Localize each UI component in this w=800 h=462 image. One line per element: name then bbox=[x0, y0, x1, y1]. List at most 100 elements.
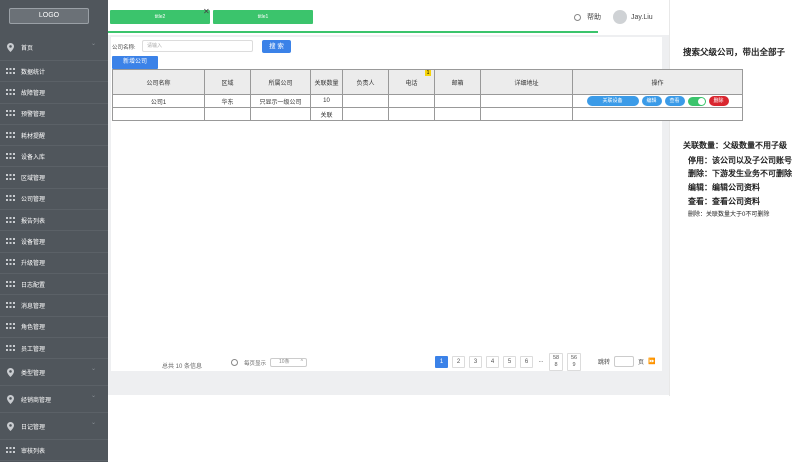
sidebar-item[interactable]: 消息管理 bbox=[0, 295, 108, 317]
sidebar-item[interactable]: 故障管理 bbox=[0, 82, 108, 104]
column-header: 公司名称 bbox=[112, 69, 205, 95]
cell-company-name bbox=[112, 107, 205, 121]
sidebar-menu: 首页 ⌄ 数据统计故障管理预警管理耗材提醒 设备入库区域管理公司管理报告列表设备管理升… bbox=[0, 34, 108, 462]
grid-icon bbox=[6, 301, 15, 310]
go-button[interactable]: ⏩ bbox=[648, 358, 655, 365]
tab-title1[interactable]: title1 bbox=[213, 10, 313, 24]
sidebar-item-label: 升级管理 bbox=[21, 261, 46, 268]
sidebar-item-label: 审核列表 bbox=[21, 448, 46, 455]
delete-button[interactable]: 删除 bbox=[708, 96, 729, 106]
tab-label: title2 bbox=[154, 14, 166, 20]
cell-actions bbox=[572, 107, 743, 121]
sidebar-item[interactable]: 耗材提醒 bbox=[0, 125, 108, 147]
note-delete-condition: 删除：关联数量大于0不可删除 bbox=[688, 212, 770, 218]
cell-related-count[interactable]: 10 bbox=[310, 94, 343, 108]
page-digits: 56 bbox=[570, 355, 578, 361]
cell-owner bbox=[342, 107, 389, 121]
sidebar-item-label: 区域管理 bbox=[21, 176, 46, 183]
location-pin-icon bbox=[6, 367, 15, 377]
note-related-count: 关联数量：父级数量不用子级 bbox=[683, 141, 787, 150]
page-button[interactable]: 1 bbox=[435, 356, 448, 368]
sidebar-item[interactable]: 预警管理 bbox=[0, 104, 108, 125]
search-label: 公司名称: bbox=[112, 45, 136, 51]
page-button[interactable]: 3 bbox=[469, 356, 482, 368]
sidebar-item[interactable]: 角色管理 bbox=[0, 317, 108, 338]
company-name-input[interactable]: 请输入 bbox=[142, 40, 253, 52]
page-ellipsis: ... bbox=[537, 356, 545, 368]
help-icon[interactable] bbox=[574, 13, 581, 21]
sidebar-item[interactable]: 类型管理 ⌄ bbox=[0, 359, 108, 387]
tab-underline bbox=[108, 31, 598, 33]
chevron-up-icon: ^ bbox=[300, 359, 304, 365]
jump-input[interactable] bbox=[614, 356, 635, 367]
table-row: 公司1 华东 只显示一级公司 10 关联设备 编辑 查看 删除 bbox=[112, 94, 743, 108]
tab-title2[interactable]: title2 bbox=[110, 10, 210, 24]
action-group: 关联设备 编辑 查看 删除 bbox=[573, 96, 742, 106]
page-button[interactable]: 5 bbox=[503, 356, 516, 368]
sidebar-item[interactable]: 首页 ⌄ bbox=[0, 34, 108, 61]
sidebar-item-label: 数据统计 bbox=[21, 69, 46, 76]
grid-icon bbox=[6, 344, 15, 353]
sidebar-item[interactable]: 设备入库 bbox=[0, 146, 108, 168]
cell-related-link[interactable]: 关联 bbox=[310, 107, 343, 121]
page-button[interactable]: 4 bbox=[486, 356, 499, 368]
sidebar-item[interactable]: 经销商管理 ⌄ bbox=[0, 386, 108, 414]
grid-icon bbox=[6, 88, 15, 97]
sidebar-item-label: 消息管理 bbox=[21, 303, 46, 310]
gear-icon bbox=[231, 359, 238, 366]
sidebar-item[interactable]: 公司管理 bbox=[0, 189, 108, 211]
add-company-button[interactable]: 新增公司 bbox=[112, 56, 158, 69]
table-header-row: 公司名称 区域 所属公司 关联数量 负责人 电话 1 邮箱 详细地址 操作 bbox=[112, 69, 743, 95]
column-header: 所属公司 bbox=[250, 69, 311, 95]
sidebar-item[interactable]: 日志配置 bbox=[0, 274, 108, 296]
sidebar-item-label: 员工管理 bbox=[21, 346, 46, 353]
note-disable: 停用：该公司以及子公司账号 bbox=[688, 156, 792, 165]
sidebar-item[interactable]: 日记管理 ⌄ bbox=[0, 413, 108, 441]
edit-button[interactable]: 编辑 bbox=[641, 96, 662, 106]
user-name[interactable]: Jay.Liu bbox=[631, 14, 653, 21]
sidebar-item[interactable]: 设备管理 bbox=[0, 231, 108, 253]
search-button[interactable]: 搜 索 bbox=[262, 40, 291, 53]
per-page-select[interactable]: 10条 ^ bbox=[270, 358, 308, 367]
sidebar-item-label: 设备管理 bbox=[21, 240, 46, 247]
sidebar-item[interactable]: 区域管理 bbox=[0, 167, 108, 189]
table-row: 关联 bbox=[112, 107, 743, 121]
column-header: 邮箱 bbox=[434, 69, 481, 95]
avatar[interactable] bbox=[613, 10, 627, 24]
grid-icon bbox=[6, 152, 15, 161]
sidebar-item-label: 故障管理 bbox=[21, 90, 46, 97]
page-button[interactable]: 6 bbox=[520, 356, 533, 368]
sidebar-item-label: 预警管理 bbox=[21, 112, 46, 119]
view-button[interactable]: 查看 bbox=[664, 96, 685, 106]
page-digits: 9 bbox=[572, 362, 576, 368]
sidebar-item[interactable]: 数据统计 bbox=[0, 61, 108, 83]
sidebar-item[interactable]: 员工管理 bbox=[0, 338, 108, 360]
pager: 1 2 3 4 5 6 ... 58 8 56 9 bbox=[435, 353, 581, 371]
per-page-control: 每页显示 10条 ^ bbox=[231, 358, 308, 367]
cell-phone bbox=[388, 94, 435, 108]
note-delete: 删除：下游发生业务不可删除 bbox=[688, 169, 792, 178]
page-button[interactable]: 58 8 bbox=[549, 353, 563, 371]
grid-icon bbox=[6, 322, 15, 331]
page-jump: 跳转 页 ⏩ bbox=[598, 356, 656, 367]
enable-toggle[interactable] bbox=[687, 96, 706, 106]
close-icon[interactable]: ✕ bbox=[203, 8, 211, 16]
sidebar-item-label: 报告列表 bbox=[21, 218, 46, 225]
per-page-value: 10条 bbox=[279, 359, 290, 365]
cell-address bbox=[480, 94, 573, 108]
page-button[interactable]: 56 9 bbox=[567, 353, 581, 371]
jump-label: 跳转 bbox=[598, 360, 611, 366]
sidebar-item[interactable]: 审核列表 bbox=[0, 440, 108, 462]
sidebar-item-label: 日志配置 bbox=[21, 282, 46, 289]
help-link[interactable]: 帮助 bbox=[587, 12, 601, 22]
page-button[interactable]: 2 bbox=[452, 356, 465, 368]
cell-region: 华东 bbox=[204, 94, 251, 108]
sidebar-item-label: 首页 bbox=[21, 45, 34, 52]
related-devices-button[interactable]: 关联设备 bbox=[586, 96, 639, 106]
logo: LOGO bbox=[9, 8, 89, 24]
sidebar-item[interactable]: 升级管理 bbox=[0, 253, 108, 274]
note-edit: 编辑：编辑公司资料 bbox=[688, 183, 760, 192]
sidebar-item[interactable]: 报告列表 bbox=[0, 210, 108, 232]
column-header-phone: 电话 1 bbox=[388, 69, 435, 95]
grid-icon bbox=[6, 446, 15, 455]
